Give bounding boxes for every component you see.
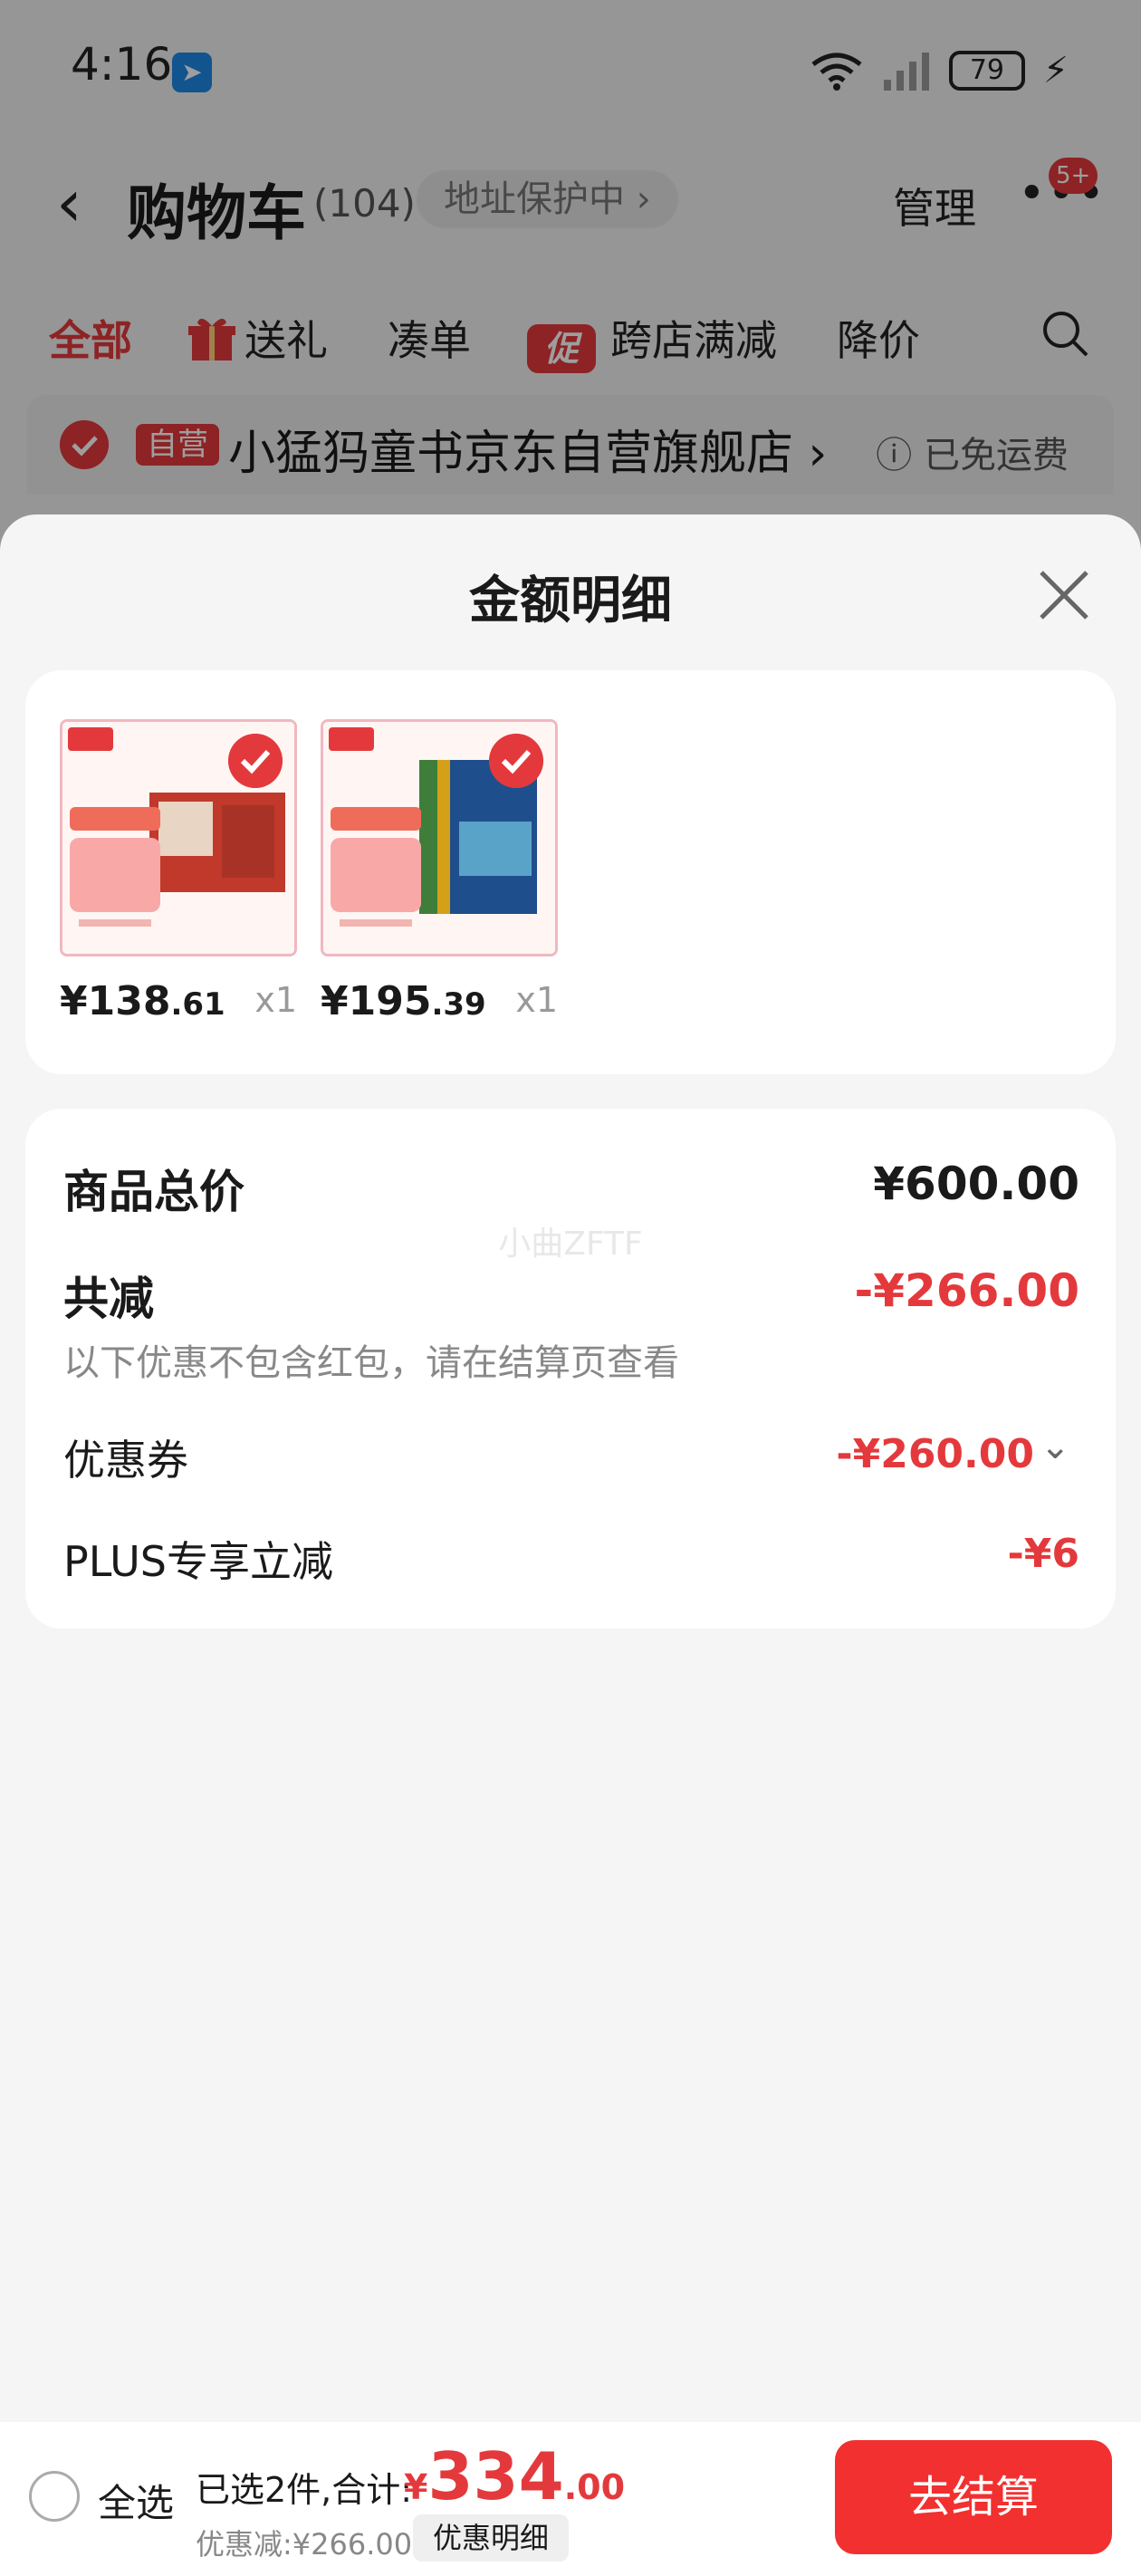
product-quantity: x1 [515,980,558,1020]
checkout-footer: 全选 已选2件,合计: ¥334.00 优惠减:¥266.00 优惠明细 去结算 [0,2422,1141,2576]
product-check-icon[interactable] [489,734,543,788]
amount-detail-sheet: 金额明细 ¥138.61 x1 ¥195.39 x1 小曲ZFTF 商品总价 ¥… [0,514,1141,2576]
plus-discount-label: PLUS专享立减 [63,1537,333,1586]
total-discount-label: 共减 [63,1273,154,1325]
coupon-label: 优惠券 [63,1436,188,1485]
discount-note: 以下优惠不包含红包，请在结算页查看 [63,1342,679,1384]
select-all-label[interactable]: 全选 [98,2473,174,2528]
product-quantity: x1 [254,980,297,1020]
coupon-value[interactable]: -¥260.00 [836,1431,1034,1477]
order-total: ¥334.00 [404,2438,625,2514]
chevron-down-icon[interactable]: ⌄ [1040,1426,1070,1467]
sheet-title: 金额明细 [469,572,672,630]
plus-discount-value: -¥6 [1007,1531,1080,1577]
product-price-dec: .61 [170,986,225,1023]
product-price: ¥138.61 [60,978,225,1024]
product-price-dec: .39 [431,986,486,1023]
product-price-int: ¥138 [60,978,171,1024]
product-price: ¥195.39 [321,978,486,1024]
checkout-button[interactable]: 去结算 [835,2440,1112,2554]
product-price-int: ¥195 [321,978,432,1024]
total-currency: ¥ [404,2467,428,2507]
close-icon[interactable] [1032,563,1096,627]
products-card: ¥138.61 x1 ¥195.39 x1 [25,670,1116,1074]
discount-detail-button[interactable]: 优惠明细 [413,2514,570,2562]
footer-discount-note: 优惠减:¥266.00 [196,2527,413,2562]
goods-total-label: 商品总价 [63,1166,244,1218]
product-check-icon[interactable] [228,734,283,788]
total-integer: 334 [427,2438,564,2514]
watermark: 小曲ZFTF [498,1226,643,1263]
goods-total-value: ¥600.00 [873,1158,1079,1210]
selected-summary: 已选2件,合计: [196,2470,413,2510]
total-discount-value: -¥266.00 [854,1264,1080,1317]
total-decimal: .00 [563,2467,626,2507]
price-summary-card: 小曲ZFTF 商品总价 ¥600.00 共减 -¥266.00 以下优惠不包含红… [25,1109,1116,1629]
select-all-radio[interactable] [29,2471,80,2522]
